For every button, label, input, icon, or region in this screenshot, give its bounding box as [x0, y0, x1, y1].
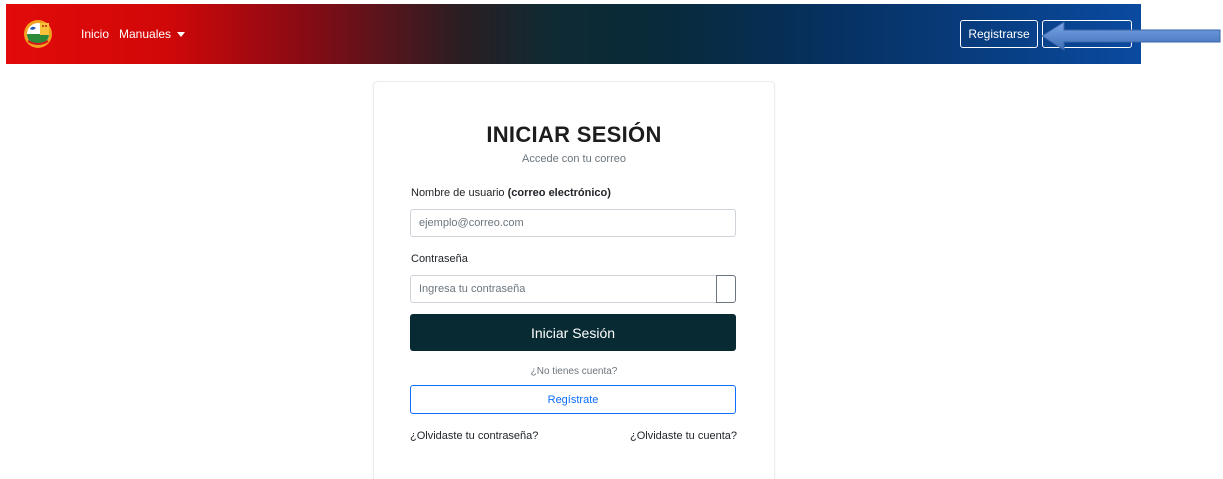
forgot-password-link[interactable]: ¿Olvidaste tu contraseña?	[410, 430, 538, 442]
page-title: INICIAR SESIÓN	[486, 122, 662, 147]
register-nav-button[interactable]: Registrarse	[960, 20, 1038, 48]
pointer-arrow-icon	[1041, 21, 1221, 51]
no-account-text: ¿No tienes cuenta?	[530, 366, 618, 377]
forgot-account-link[interactable]: ¿Olvidaste tu cuenta?	[630, 430, 737, 442]
toggle-password-visibility-button[interactable]	[716, 275, 736, 303]
school-logo-icon[interactable]	[18, 19, 58, 49]
caret-down-icon	[177, 32, 186, 38]
username-label-text: Nombre de usuario	[411, 187, 508, 199]
nav-dropdown-manuales-label: Manuales	[119, 27, 172, 41]
nav-links: Inicio Manuales	[81, 4, 186, 64]
nav-dropdown-manuales[interactable]: Manuales	[119, 27, 186, 41]
password-label: Contraseña	[411, 253, 468, 265]
username-label-bold: (correo electrónico)	[507, 187, 611, 199]
email-field[interactable]	[410, 209, 736, 237]
page-subtitle: Accede con tu correo	[522, 153, 626, 165]
top-navbar: Inicio Manuales Registrarse	[6, 4, 1141, 64]
password-field[interactable]	[410, 275, 717, 303]
username-label: Nombre de usuario (correo electrónico)	[411, 187, 611, 199]
register-button[interactable]: Regístrate	[410, 385, 736, 414]
login-card: INICIAR SESIÓN Accede con tu correo Nomb…	[373, 81, 775, 479]
nav-link-inicio[interactable]: Inicio	[81, 27, 109, 41]
login-submit-button[interactable]: Iniciar Sesión	[410, 314, 736, 351]
